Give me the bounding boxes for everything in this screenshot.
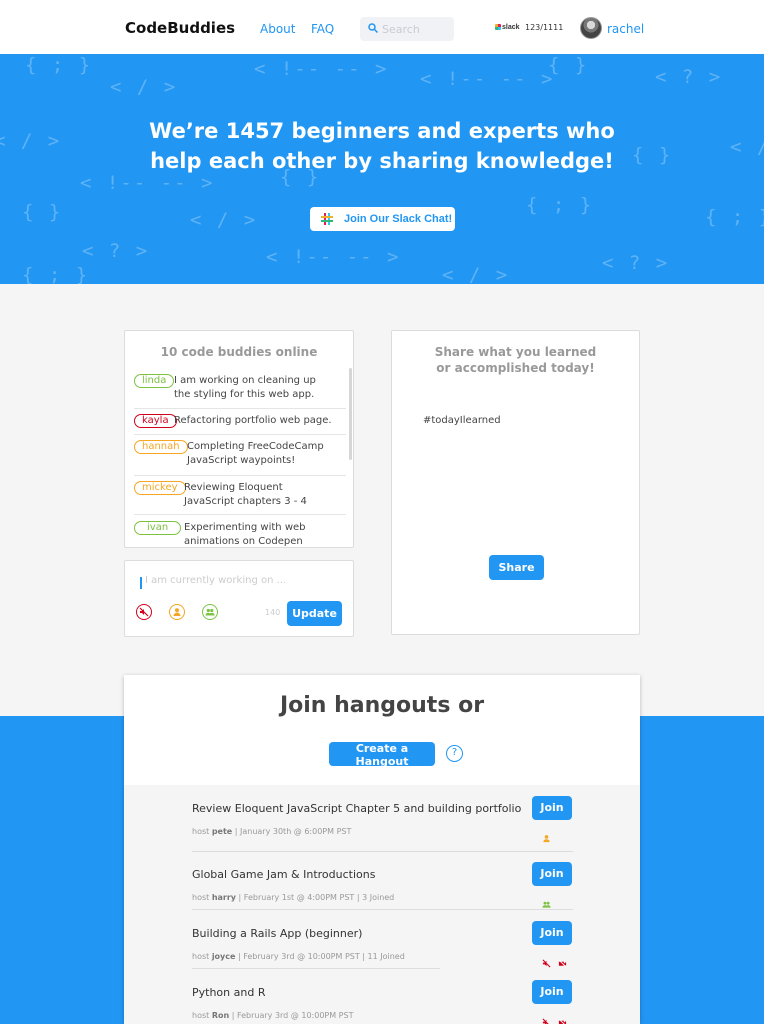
search-input[interactable] bbox=[382, 20, 450, 38]
bg-glyph: { ; } bbox=[526, 194, 594, 216]
bg-glyph: < / > bbox=[190, 209, 258, 231]
bg-glyph: { ; } bbox=[25, 54, 93, 76]
hero-banner: { ; } < / > < !-- -- > < !-- -- > { } < … bbox=[0, 54, 764, 284]
hangout-icons bbox=[542, 894, 553, 913]
online-count-title: 10 code buddies online bbox=[160, 345, 318, 359]
user-tag-linda[interactable]: linda bbox=[134, 374, 175, 388]
bg-glyph: { ; } bbox=[22, 264, 90, 284]
status-compose-panel: I am currently working on ... 140 Update bbox=[124, 560, 354, 637]
share-button[interactable]: Share bbox=[489, 555, 544, 580]
text-caret bbox=[140, 577, 142, 589]
bg-glyph: < !-- -- > bbox=[254, 58, 389, 80]
bg-glyph: < !-- -- > bbox=[266, 246, 401, 268]
hangout-meta: host harry | February 1st @ 4:00PM PST |… bbox=[192, 893, 395, 902]
divider bbox=[192, 851, 573, 852]
hangout-meta: host Ron | February 3rd @ 10:00PM PST bbox=[192, 1011, 354, 1020]
bg-glyph: < !-- -- > bbox=[420, 68, 555, 90]
bg-glyph: < ? > bbox=[82, 240, 150, 262]
hangout-title[interactable]: Global Game Jam & Introductions bbox=[192, 868, 375, 881]
no-video-icon bbox=[558, 1018, 567, 1024]
hangout-meta: host pete | January 30th @ 6:00PM PST bbox=[192, 827, 352, 836]
join-hangout-button[interactable]: Join bbox=[532, 921, 572, 945]
slack-hash-icon bbox=[321, 213, 333, 225]
user-tag-kayla[interactable]: kayla bbox=[134, 414, 177, 428]
status-text: Experimenting with web animations on Cod… bbox=[184, 522, 306, 547]
hangout-title[interactable]: Building a Rails App (beginner) bbox=[192, 927, 362, 940]
mute-icon bbox=[542, 1018, 549, 1024]
status-text: Refactoring portfolio web page. bbox=[174, 415, 332, 426]
slack-hash-icon bbox=[495, 24, 501, 30]
hangout-list: Review Eloquent JavaScript Chapter 5 and… bbox=[124, 785, 640, 1024]
online-buddies-panel: 10 code buddies online linda I am workin… bbox=[124, 330, 354, 548]
create-hangout-button[interactable]: Create a Hangout bbox=[329, 742, 435, 768]
hero-title: We’re 1457 beginners and experts who hel… bbox=[149, 119, 615, 173]
join-hangout-button[interactable]: Join bbox=[532, 980, 572, 1004]
group-icon[interactable] bbox=[202, 604, 218, 620]
status-text: Reviewing Eloquent JavaScript chapters 3… bbox=[184, 482, 307, 507]
divider bbox=[134, 475, 346, 476]
site-logo[interactable]: CodeBuddies bbox=[125, 19, 235, 37]
nav-faq-link[interactable]: FAQ bbox=[311, 22, 334, 36]
divider bbox=[134, 514, 346, 515]
search-box bbox=[360, 17, 454, 41]
user-avatar[interactable] bbox=[580, 17, 602, 39]
group-icon bbox=[542, 901, 551, 908]
status-text: Completing FreeCodeCamp JavaScript waypo… bbox=[187, 441, 324, 466]
no-video-icon bbox=[558, 959, 567, 968]
slack-logo[interactable]: slack bbox=[495, 24, 520, 31]
mute-icon[interactable] bbox=[136, 604, 152, 620]
join-hangout-button[interactable]: Join bbox=[532, 796, 572, 820]
hangout-title[interactable]: Python and R bbox=[192, 986, 265, 999]
bg-glyph: { } bbox=[548, 54, 589, 76]
hangout-title[interactable]: Review Eloquent JavaScript Chapter 5 and… bbox=[192, 802, 521, 815]
hangouts-title: Join hangouts or bbox=[279, 693, 485, 718]
char-count: 140 bbox=[265, 608, 281, 617]
divider bbox=[192, 909, 573, 910]
hangout-meta: host joyce | February 3rd @ 10:00PM PST … bbox=[192, 952, 405, 961]
bg-glyph: { } bbox=[22, 201, 63, 223]
divider bbox=[134, 434, 346, 435]
help-icon[interactable]: ? bbox=[446, 745, 463, 762]
status-text: I am working on cleaning up the styling … bbox=[174, 375, 316, 400]
user-tag-mickey[interactable]: mickey bbox=[134, 481, 186, 495]
search-icon bbox=[368, 23, 379, 34]
username-link[interactable]: rachel bbox=[607, 22, 644, 36]
hangout-icons bbox=[542, 953, 569, 972]
nav-about-link[interactable]: About bbox=[260, 22, 295, 36]
hangout-icons bbox=[542, 828, 553, 847]
bg-glyph: < / > bbox=[110, 76, 178, 98]
user-tag-ivan[interactable]: ivan bbox=[134, 521, 182, 535]
bg-glyph: < ? > bbox=[655, 66, 723, 88]
top-nav-bar: CodeBuddies About FAQ slack 123/1111 rac… bbox=[0, 0, 764, 54]
join-hangout-button[interactable]: Join bbox=[532, 862, 572, 886]
hangouts-card: Join hangouts or Create a Hangout ? Revi… bbox=[124, 675, 640, 1024]
status-input[interactable]: I am currently working on ... bbox=[145, 575, 286, 586]
person-icon bbox=[543, 835, 550, 843]
share-learned-panel: Share what you learned or accomplished t… bbox=[391, 330, 640, 635]
join-slack-button[interactable]: Join Our Slack Chat! bbox=[310, 207, 455, 231]
share-textarea[interactable]: #todayIlearned bbox=[423, 415, 501, 426]
mute-icon bbox=[542, 959, 551, 968]
panel-scrollbar[interactable] bbox=[349, 368, 352, 460]
bg-glyph: < / > bbox=[442, 264, 510, 284]
user-tag-hannah[interactable]: hannah bbox=[134, 440, 188, 454]
share-title: Share what you learned or accomplished t… bbox=[434, 345, 597, 375]
divider bbox=[192, 968, 440, 969]
divider bbox=[134, 408, 346, 409]
update-button[interactable]: Update bbox=[287, 601, 342, 626]
hangout-icons bbox=[542, 1012, 569, 1024]
bg-glyph: < ? > bbox=[602, 252, 670, 274]
bg-glyph: { ; } bbox=[705, 206, 764, 228]
person-icon[interactable] bbox=[169, 604, 185, 620]
slack-member-count: 123/1111 bbox=[525, 23, 564, 32]
